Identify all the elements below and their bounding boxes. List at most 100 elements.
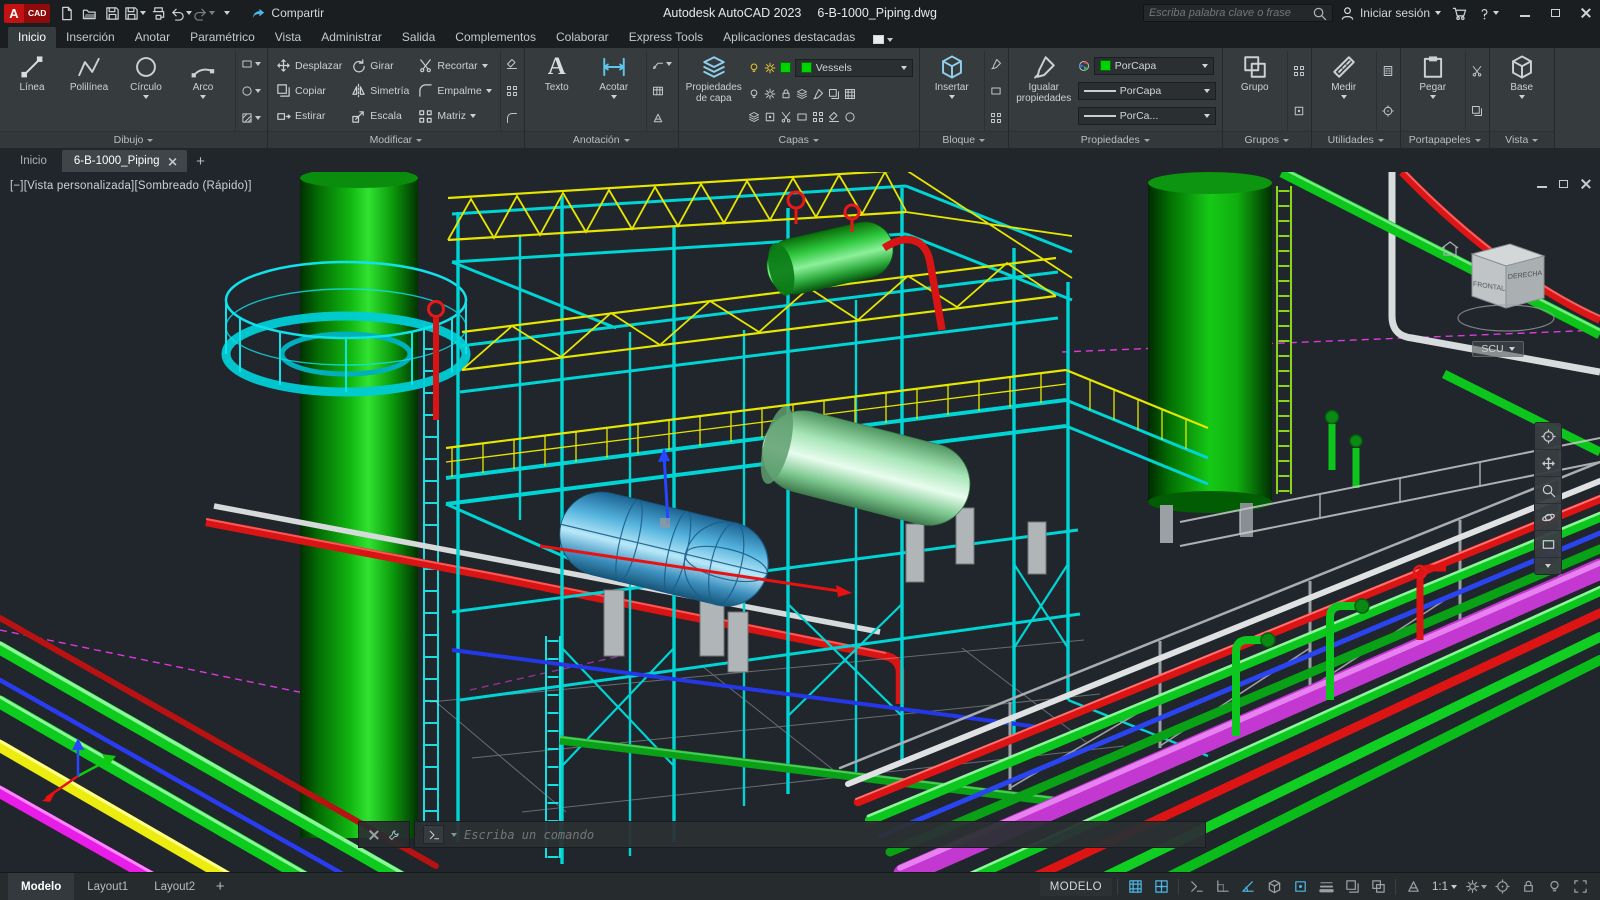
drawing-minimize-icon[interactable] — [1537, 180, 1547, 188]
close-button[interactable] — [1570, 0, 1600, 26]
tab-inicio[interactable]: Inicio — [8, 27, 57, 48]
viewcube-compass-ring[interactable] — [1457, 304, 1555, 332]
ellipse-button[interactable] — [241, 85, 261, 97]
ortho-toggle[interactable] — [1210, 875, 1234, 899]
scale-button[interactable]: Escala — [349, 106, 411, 127]
panel-vista-label[interactable]: Vista — [1489, 131, 1554, 148]
drawing-restore-icon[interactable] — [1559, 180, 1568, 188]
redo-button[interactable] — [193, 2, 216, 24]
model-viewport[interactable]: [−][Vista personalizada][Sombreado (Rápi… — [0, 172, 1600, 872]
erase-button[interactable] — [506, 58, 518, 70]
tab-express-tools[interactable]: Express Tools — [619, 27, 713, 48]
panel-utilidades-label[interactable]: Utilidades — [1311, 131, 1400, 148]
leader-button[interactable] — [652, 58, 672, 70]
layer-tool-icon[interactable] — [748, 111, 760, 123]
text-button[interactable]: A Texto — [531, 51, 583, 131]
layer-tool-icon[interactable] — [812, 88, 824, 100]
layer-color-swatch[interactable] — [779, 62, 791, 74]
layer-tool-icon[interactable] — [780, 111, 792, 123]
explode-button[interactable] — [506, 85, 518, 97]
lock-ui-button[interactable] — [1516, 875, 1540, 899]
navbar-more-button[interactable] — [1535, 558, 1561, 574]
minimize-button[interactable] — [1510, 0, 1540, 26]
layer-tool-icon[interactable] — [828, 111, 840, 123]
object-snap-toggle[interactable] — [1288, 875, 1312, 899]
layer-properties-button[interactable]: Propiedades de capa — [685, 51, 743, 131]
layer-tool-icon[interactable] — [796, 111, 808, 123]
dynamic-input-toggle[interactable] — [1184, 875, 1208, 899]
line-button[interactable]: Línea — [6, 51, 58, 131]
clean-screen-button[interactable] — [1568, 875, 1592, 899]
annotation-monitor-toggle[interactable] — [1490, 875, 1514, 899]
new-drawing-button[interactable] — [55, 2, 77, 24]
tab-complementos[interactable]: Complementos — [445, 27, 546, 48]
zoom-button[interactable] — [1535, 477, 1561, 504]
tab-vista[interactable]: Vista — [265, 27, 311, 48]
trim-button[interactable]: Recortar — [416, 55, 493, 76]
tab-insercion[interactable]: Inserción — [56, 27, 125, 48]
dimension-button[interactable]: Acotar — [588, 51, 640, 131]
panel-modificar-label[interactable]: Modificar — [268, 131, 524, 148]
command-input[interactable] — [464, 827, 1197, 842]
insert-block-button[interactable]: Insertar — [926, 51, 978, 131]
app-store-button[interactable] — [1448, 2, 1470, 24]
close-command-line-icon[interactable] — [369, 830, 379, 840]
block-attributes-button[interactable] — [990, 112, 1002, 124]
ribbon-display-toggle[interactable] — [873, 35, 894, 48]
polyline-button[interactable]: Polilínea — [63, 51, 115, 131]
match-properties-button[interactable]: Igualar propiedades — [1015, 51, 1073, 131]
customize-wrench-icon[interactable] — [388, 829, 400, 841]
tab-aplicaciones-destacadas[interactable]: Aplicaciones destacadas — [713, 27, 865, 48]
layer-tool-icon[interactable] — [764, 88, 776, 100]
panel-propiedades-label[interactable]: Propiedades — [1008, 131, 1222, 148]
layer-tool-icon[interactable] — [844, 88, 856, 100]
panel-anotacion-label[interactable]: Anotación — [524, 131, 678, 148]
grid-toggle[interactable] — [1123, 875, 1147, 899]
viewcube-home-icon[interactable] — [1441, 241, 1459, 256]
group-edit-button[interactable] — [1293, 105, 1305, 117]
transparency-toggle[interactable] — [1340, 875, 1364, 899]
panel-capas-label[interactable]: Capas — [678, 131, 919, 148]
layout-tab-layout2[interactable]: Layout2 — [141, 873, 208, 900]
autocad-logo[interactable]: A CAD — [4, 3, 51, 23]
tab-salida[interactable]: Salida — [392, 27, 445, 48]
mirror-button[interactable]: Simetría — [349, 80, 411, 101]
panel-bloque-label[interactable]: Bloque — [919, 131, 1008, 148]
layer-on-icon[interactable] — [748, 62, 760, 74]
circle-button[interactable]: Círculo — [120, 51, 172, 131]
move-button[interactable]: Desplazar — [274, 55, 344, 76]
orbit-button[interactable] — [1535, 504, 1561, 531]
new-layout-button[interactable]: + — [208, 873, 232, 900]
panel-grupos-label[interactable]: Grupos — [1222, 131, 1311, 148]
isolate-objects-button[interactable] — [1542, 875, 1566, 899]
tab-anotar[interactable]: Anotar — [125, 27, 180, 48]
panel-dibujo-label[interactable]: Dibujo — [0, 131, 267, 148]
viewcube[interactable]: FRONTAL DERECHA SCU — [1436, 232, 1560, 357]
paste-button[interactable]: Pegar — [1407, 51, 1459, 131]
model-canvas[interactable] — [0, 172, 1600, 872]
selection-cycling-toggle[interactable] — [1366, 875, 1390, 899]
annotation-scale-control[interactable]: 1:1 — [1427, 881, 1462, 893]
lineweight-toggle[interactable] — [1314, 875, 1338, 899]
pan-button[interactable] — [1535, 450, 1561, 477]
id-point-button[interactable] — [1382, 105, 1394, 117]
recent-commands-caret-icon[interactable] — [451, 832, 457, 837]
layer-tool-icon[interactable] — [764, 111, 776, 123]
qat-customize-button[interactable] — [216, 2, 238, 24]
tab-parametrico[interactable]: Paramétrico — [180, 27, 265, 48]
drawing-close-icon[interactable] — [1580, 179, 1590, 189]
file-tab-start[interactable]: Inicio — [8, 150, 59, 172]
block-define-button[interactable] — [990, 85, 1002, 97]
layer-tool-icon[interactable] — [812, 111, 824, 123]
hatch-button[interactable] — [241, 112, 261, 124]
model-space-button[interactable]: MODELO — [1039, 877, 1112, 896]
command-line-grip[interactable] — [358, 821, 410, 848]
showmotion-button[interactable] — [1535, 531, 1561, 558]
workspace-switching-button[interactable] — [1464, 875, 1488, 899]
plot-button[interactable] — [147, 2, 169, 24]
cut-button[interactable] — [1471, 65, 1483, 77]
snap-toggle[interactable] — [1149, 875, 1173, 899]
viewport-controls-label[interactable]: [−][Vista personalizada][Sombreado (Rápi… — [10, 180, 252, 192]
annotation-visibility-toggle[interactable] — [1401, 875, 1425, 899]
undo-button[interactable] — [170, 2, 193, 24]
